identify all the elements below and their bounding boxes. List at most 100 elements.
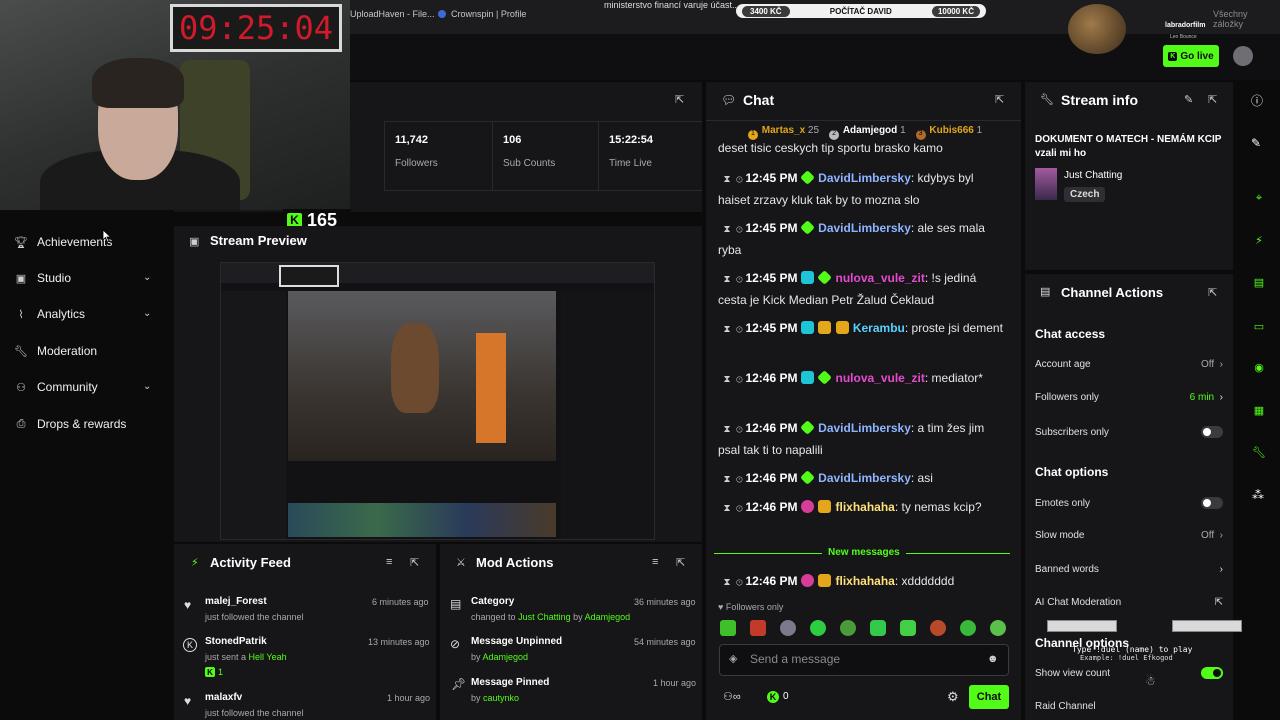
- chat-username[interactable]: DavidLimbersky: [818, 421, 911, 435]
- storage-icon[interactable]: ▦: [1249, 400, 1269, 420]
- mod-item-title: Message Unpinned: [471, 636, 563, 647]
- pencil-icon[interactable]: ✎: [1251, 136, 1261, 150]
- ai-moderation-row[interactable]: AI Chat Moderation ⇱: [1035, 597, 1223, 608]
- account-age-row[interactable]: Account age Off ›: [1035, 359, 1223, 370]
- stream-preview-image[interactable]: [220, 262, 655, 540]
- mod-item-user[interactable]: cautynko: [483, 693, 519, 703]
- sidebar-item-moderation[interactable]: 🔧︎ Moderation: [14, 344, 97, 358]
- sidebar-item-community[interactable]: ⚇ Community: [15, 380, 98, 394]
- sidebar-item-analytics[interactable]: ⌇ Analytics: [15, 307, 85, 321]
- person-hair: [92, 58, 184, 108]
- nodes-icon[interactable]: ⁂: [1252, 488, 1264, 502]
- tab-crownspin[interactable]: Crownspin | Profile: [451, 9, 526, 19]
- moderation-icons[interactable]: ⧗ ⊙: [718, 274, 745, 285]
- emote-icon[interactable]: [810, 620, 826, 636]
- raid-channel-row[interactable]: Raid Channel: [1035, 701, 1223, 712]
- feed-item-time: 1 hour ago: [387, 693, 431, 703]
- emote-icon[interactable]: [990, 620, 1006, 636]
- mod-item-sub: by cautynko: [471, 693, 519, 703]
- kick-count: 0: [783, 691, 789, 702]
- info-icon[interactable]: ⓘ: [1251, 92, 1263, 109]
- emote-icon[interactable]: [750, 620, 766, 636]
- moderation-icons[interactable]: ⧗ ⊙: [718, 174, 745, 185]
- gear-icon[interactable]: ⚙︎: [947, 689, 959, 705]
- popout-icon[interactable]: ⇱: [1208, 286, 1217, 299]
- emote-icon[interactable]: [720, 620, 736, 636]
- bookmarks-all[interactable]: Všechny záložky: [1213, 9, 1280, 29]
- followers-only-value: 6 min: [1189, 392, 1215, 403]
- send-chat-button[interactable]: Chat: [969, 685, 1009, 709]
- emote-icon[interactable]: [870, 620, 886, 636]
- chat-text: asi: [917, 471, 933, 485]
- go-live-button[interactable]: K Go live: [1163, 45, 1219, 67]
- document-icon[interactable]: ▤: [1249, 272, 1269, 292]
- mod-item-category[interactable]: Just Chatting: [518, 612, 571, 622]
- chevron-down-icon[interactable]: ⌄: [143, 308, 151, 319]
- chat-username[interactable]: DavidLimbersky: [818, 171, 911, 185]
- popout-icon[interactable]: ⇱: [995, 93, 1004, 106]
- emote-icon[interactable]: [960, 620, 976, 636]
- pencil-icon[interactable]: ✎: [1184, 93, 1193, 106]
- moderation-icons[interactable]: ⧗ ⊙: [718, 374, 745, 385]
- filter-icon[interactable]: ≡: [386, 556, 392, 568]
- category-name[interactable]: Just Chatting: [1064, 170, 1122, 181]
- followers-only-label: Followers only: [725, 602, 784, 612]
- target-icon[interactable]: ⌖: [1249, 188, 1269, 208]
- filter-icon[interactable]: ≡: [652, 556, 658, 568]
- bolt-icon[interactable]: ⚡︎: [1249, 230, 1269, 250]
- chat-username[interactable]: nulova_vule_zit: [836, 371, 925, 385]
- sidebar-item-studio[interactable]: ▣ Studio: [15, 271, 71, 285]
- chevron-down-icon[interactable]: ⌄: [143, 381, 151, 392]
- top-gifter-count: 25: [807, 125, 820, 136]
- popout-icon[interactable]: ⇱: [410, 556, 419, 569]
- emote-icon[interactable]: [900, 620, 916, 636]
- tab-uploadhaven[interactable]: UploadHaven - File...: [350, 9, 435, 19]
- avatar[interactable]: [1233, 46, 1253, 66]
- kick-logo-icon: K: [767, 691, 779, 703]
- wrench-icon[interactable]: 🔧︎: [1249, 442, 1269, 462]
- chat-username[interactable]: flixhahaha: [836, 500, 895, 514]
- popout-icon[interactable]: ⇱: [675, 93, 684, 106]
- slow-mode-row[interactable]: Slow mode Off ›: [1035, 530, 1223, 541]
- emote-icon[interactable]: [840, 620, 856, 636]
- stream-info-title: Stream info: [1061, 92, 1139, 108]
- moderation-icons[interactable]: ⧗ ⊙: [718, 503, 745, 514]
- chat-username[interactable]: Kerambu: [853, 321, 905, 335]
- broadcast-icon[interactable]: ◉: [1249, 357, 1269, 377]
- feed-item-name[interactable]: malej_Forest: [205, 596, 267, 607]
- chat-bubble-icon: 💬︎: [721, 93, 737, 107]
- moderation-icons[interactable]: ⧗ ⊙: [718, 224, 745, 235]
- chat-username[interactable]: DavidLimbersky: [818, 221, 911, 235]
- sidebar-item-achievements[interactable]: 🏆︎ Achievements: [14, 235, 112, 249]
- mod-item-user[interactable]: Adamjegod: [483, 652, 529, 662]
- feed-item-name[interactable]: malaxfv: [205, 692, 242, 703]
- emotes-only-toggle[interactable]: [1201, 497, 1223, 509]
- moderation-icons[interactable]: ⧗ ⊙: [718, 577, 745, 588]
- chat-icon[interactable]: ▭: [1249, 316, 1269, 336]
- chat-username[interactable]: DavidLimbersky: [818, 471, 911, 485]
- subscribers-only-toggle[interactable]: [1201, 426, 1223, 438]
- chat-input[interactable]: Send a message: [750, 652, 840, 666]
- sidebar-item-drops[interactable]: ⎙ Drops & rewards: [15, 417, 127, 431]
- feed-item-name[interactable]: StonedPatrik: [205, 636, 267, 647]
- top-gifter-count: 1: [976, 125, 983, 136]
- emote-icon[interactable]: [930, 620, 946, 636]
- popout-icon[interactable]: ⇱: [676, 556, 685, 569]
- show-view-count-row: Show view count: [1035, 667, 1223, 679]
- chat-username[interactable]: flixhahaha: [836, 574, 895, 588]
- category-thumbnail[interactable]: [1035, 168, 1057, 200]
- chat-username[interactable]: nulova_vule_zit: [836, 271, 925, 285]
- mod-item-user[interactable]: Adamjegod: [585, 612, 631, 622]
- moderation-icons[interactable]: ⧗ ⊙: [718, 474, 745, 485]
- account-age-value: Off: [1200, 359, 1215, 370]
- chevron-down-icon[interactable]: ⌄: [143, 272, 151, 283]
- popout-icon[interactable]: ⇱: [1208, 93, 1217, 106]
- shield-icon: ◈: [729, 653, 738, 665]
- emote-icon[interactable]: [780, 620, 796, 636]
- moderation-icons[interactable]: ⧗ ⊙: [718, 424, 745, 435]
- banned-words-row[interactable]: Banned words ›: [1035, 564, 1223, 575]
- followers-only-row[interactable]: Followers only 6 min ›: [1035, 392, 1223, 403]
- emoji-icon[interactable]: ☻: [987, 653, 999, 665]
- show-view-count-toggle[interactable]: [1201, 667, 1223, 679]
- moderation-icons[interactable]: ⧗ ⊙: [718, 324, 745, 335]
